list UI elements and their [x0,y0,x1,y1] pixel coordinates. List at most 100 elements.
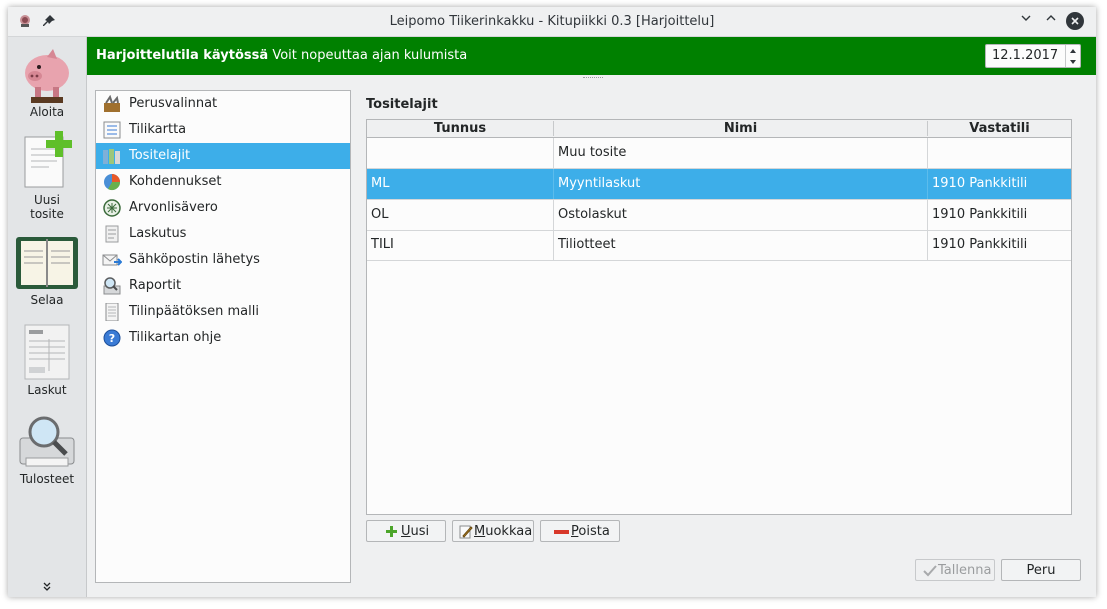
sidebar-label: Aloita [29,105,65,119]
sidebar-item-laskut[interactable]: Laskut [8,321,86,397]
table-header: Tunnus Nimi Vastatili [367,120,1071,138]
nav-item-tositelajit[interactable]: Tositelajit [96,143,350,169]
close-button[interactable] [1066,12,1084,30]
edit-accel: M [474,524,486,539]
splitter-handle[interactable] [583,77,603,80]
tax-seal-icon [103,199,121,217]
svg-text:?: ? [109,332,115,345]
main-sidebar: Aloita Uusi tosite Selaa Laskut Tulostee… [8,37,87,597]
email-send-icon [102,254,122,266]
edit-button[interactable]: Muokkaa [452,520,534,542]
cancel-button[interactable]: Peru [1001,559,1081,581]
add-accel: U [401,524,411,539]
column-header-nimi[interactable]: Nimi [554,121,928,136]
date-spin-buttons[interactable] [1065,45,1080,67]
checkmark-icon [923,565,937,577]
ledger-book-icon [16,237,78,289]
sidebar-item-tulosteet[interactable]: Tulosteet [8,412,86,486]
nav-item-tilikartan-ohje[interactable]: ? Tilikartan ohje [96,325,350,351]
sidebar-label: Laskut [27,383,67,397]
cell-nimi[interactable]: Tiliotteet [554,230,928,260]
training-mode-banner: Harjoittelutila käytössä Voit nopeuttaa … [87,37,1096,75]
sidebar-label: Tulosteet [19,472,75,486]
title-bar: Leipomo Tiikerinkakku - Kitupiikki 0.3 [… [8,7,1096,37]
tools-icon [104,95,120,112]
spin-up-icon[interactable] [1069,47,1077,55]
minimize-button[interactable] [1017,12,1035,30]
spin-down-icon[interactable] [1069,58,1077,66]
cancel-button-label: Peru [1026,563,1056,578]
cell-tunnus[interactable]: ML [367,169,554,199]
cell-vastatili[interactable] [928,138,1071,168]
banner-description: Voit nopeuttaa ajan kulumista [272,48,468,63]
maximize-button[interactable] [1042,12,1060,30]
list-icon [103,121,121,139]
minus-icon [554,530,569,534]
sidebar-label: tosite [30,207,64,221]
sidebar-item-selaa[interactable]: Selaa [8,233,86,307]
plus-icon [386,526,397,537]
nav-label: Tilikartta [129,122,187,137]
app-window: Leipomo Tiikerinkakku - Kitupiikki 0.3 [… [8,7,1096,597]
nav-item-arvonlisavero[interactable]: Arvonlisävero [96,195,350,221]
save-button-label: Tallenna [938,563,992,578]
settings-nav-list: Perusvalinnat Tilikartta Tositelajit Koh… [95,90,351,583]
cell-tunnus[interactable]: OL [367,200,554,230]
add-button[interactable]: Uusi [366,520,446,542]
nav-label: Arvonlisävero [129,200,218,215]
close-icon [1071,17,1079,25]
delete-button-label: Poista [571,524,610,539]
delete-rest: oista [578,524,610,539]
document-icon [105,225,119,243]
nav-item-perusvalinnat[interactable]: Perusvalinnat [96,91,350,117]
table-row[interactable]: OL Ostolaskut 1910 Pankkitili [367,200,1071,231]
nav-label: Tilikartan ohje [129,330,222,345]
nav-item-raportit[interactable]: Raportit [96,273,350,299]
window-title: Leipomo Tiikerinkakku - Kitupiikki 0.3 [… [389,14,715,29]
table-row[interactable]: TILI Tiliotteet 1910 Pankkitili [367,230,1071,261]
edit-button-label: Muokkaa [474,524,532,539]
cell-tunnus[interactable]: TILI [367,230,554,260]
printer-magnifier-icon [19,416,75,467]
date-spinbox[interactable]: 12.1.2017 [985,44,1081,68]
nav-label: Tilinpäätöksen malli [129,304,259,319]
banner-message: Harjoittelutila käytössä Voit nopeuttaa … [96,48,467,63]
edit-rest: uokkaa [485,524,533,539]
cell-tunnus[interactable] [367,138,554,168]
cell-nimi[interactable]: Ostolaskut [554,200,928,230]
nav-item-tilikartta[interactable]: Tilikartta [96,117,350,143]
table-row[interactable]: ML Myyntilaskut 1910 Pankkitili [367,169,1071,200]
add-button-label: Uusi [401,524,429,539]
add-rest: usi [410,524,430,539]
nav-label: Tositelajit [129,148,191,163]
cell-vastatili[interactable]: 1910 Pankkitili [928,169,1071,199]
sidebar-item-uusi-tosite[interactable]: Uusi tosite [8,129,86,221]
nav-item-tilinpaatos[interactable]: Tilinpäätöksen malli [96,299,350,325]
page-icon [105,303,119,321]
save-button[interactable]: Tallenna [915,559,995,581]
voucher-types-table: Tunnus Nimi Vastatili Muu tosite ML Myyn… [366,119,1072,515]
help-icon: ? [103,329,121,347]
cell-nimi[interactable]: Muu tosite [554,138,928,168]
piggy-bank-icon [25,49,69,103]
date-value[interactable]: 12.1.2017 [992,48,1058,63]
nav-label: Laskutus [129,226,187,241]
column-header-tunnus[interactable]: Tunnus [367,121,554,136]
column-header-vastatili[interactable]: Vastatili [928,121,1071,136]
cell-vastatili[interactable]: 1910 Pankkitili [928,230,1071,260]
pie-chart-icon [104,174,121,191]
nav-item-kohdennukset[interactable]: Kohdennukset [96,169,350,195]
nav-item-sahkoposti[interactable]: Sähköpostin lähetys [96,247,350,273]
cell-nimi[interactable]: Myyntilaskut [554,169,928,199]
nav-item-laskutus[interactable]: Laskutus [96,221,350,247]
cell-vastatili[interactable]: 1910 Pankkitili [928,200,1071,230]
banner-title: Harjoittelutila käytössä [96,48,269,63]
delete-button[interactable]: Poista [540,520,620,542]
nav-label: Sähköpostin lähetys [129,252,260,267]
table-row[interactable]: Muu tosite [367,138,1071,169]
sidebar-more-button[interactable] [42,582,52,595]
sidebar-item-aloita[interactable]: Aloita [8,43,86,119]
nav-label: Perusvalinnat [129,96,218,111]
folders-icon [103,149,120,164]
double-chevron-down-icon [43,582,51,591]
